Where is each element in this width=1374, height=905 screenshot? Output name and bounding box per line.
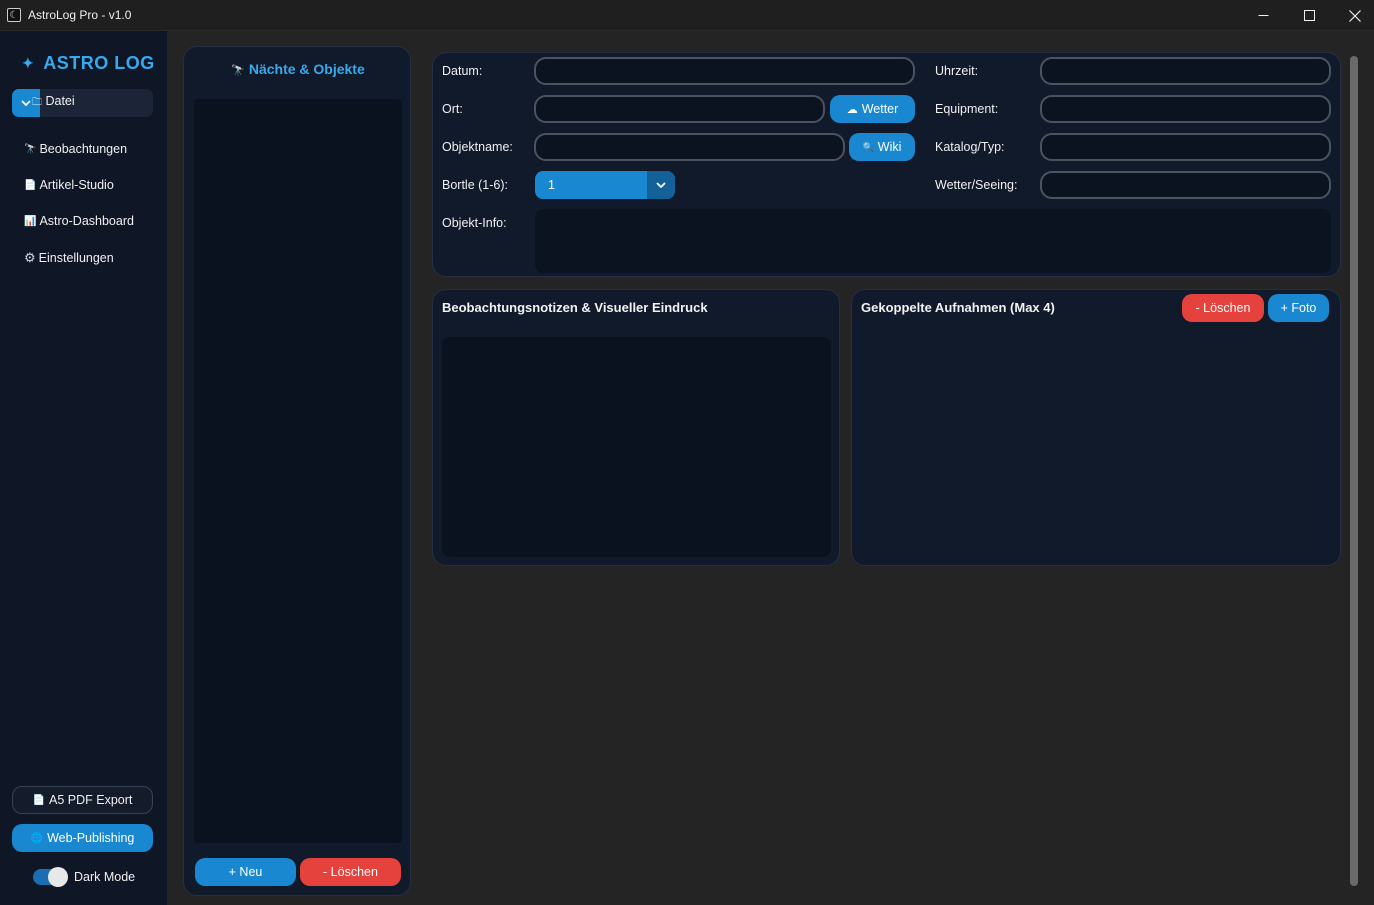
sidebar-item-einstellungen[interactable]: ⚙ Einstellungen <box>24 250 114 266</box>
window-title: AstroLog Pro - v1.0 <box>28 8 132 22</box>
ort-label: Ort: <box>442 102 463 116</box>
wiki-button-label: Wiki <box>877 140 902 154</box>
pdf-export-label: A5 PDF Export <box>49 793 133 807</box>
moon-icon: ☾ <box>7 8 21 22</box>
maximize-icon <box>1303 10 1315 21</box>
objects-panel-title: 🔭 Nächte & Objekte <box>184 61 412 77</box>
title-bar: ☾ AstroLog Pro - v1.0 <box>0 0 1374 31</box>
search-icon: 🔍 <box>862 141 874 152</box>
sidebar-item-artikel-studio[interactable]: 📄 Artikel-Studio <box>24 178 114 192</box>
sidebar-item-astro-dashboard[interactable]: 📊 Astro-Dashboard <box>24 214 134 228</box>
bortle-label: Bortle (1-6): <box>442 178 508 192</box>
star-icon: ✦ <box>22 55 35 71</box>
web-publishing-label: Web-Publishing <box>47 831 135 845</box>
sidebar: ✦ ASTRO LOG 🗀 Datei 🔭 Beobachtungen 📄 Ar… <box>0 31 167 905</box>
objektname-field[interactable] <box>534 133 845 161</box>
app-logo: ✦ ASTRO LOG <box>22 53 155 74</box>
globe-icon: 🌐 <box>30 832 44 844</box>
photos-panel: Gekoppelte Aufnahmen (Max 4) - Löschen +… <box>851 289 1341 566</box>
telescope-icon: 🔭 <box>231 65 245 77</box>
weather-button[interactable]: ☁ Wetter <box>830 95 915 123</box>
pdf-export-button[interactable]: 📄 A5 PDF Export <box>12 786 153 814</box>
datum-field[interactable] <box>534 57 915 85</box>
document-icon: 📄 <box>24 179 37 191</box>
uhrzeit-field[interactable] <box>1040 57 1331 85</box>
dark-mode-toggle[interactable] <box>33 867 68 887</box>
observation-form: Datum: Uhrzeit: Ort: ☁ Wetter Equipment:… <box>432 52 1341 277</box>
wiki-button[interactable]: 🔍 Wiki <box>849 133 915 161</box>
main-scrollbar[interactable] <box>1350 56 1358 886</box>
chart-icon: 📊 <box>24 215 37 227</box>
minimize-icon <box>1258 15 1268 16</box>
chevron-down-icon[interactable] <box>647 171 675 199</box>
objektinfo-label: Objekt-Info: <box>442 216 507 230</box>
close-button[interactable] <box>1332 0 1374 31</box>
sidebar-item-beobachtungen[interactable]: 🔭 Beobachtungen <box>24 142 127 156</box>
equipment-field[interactable] <box>1040 95 1331 123</box>
uhrzeit-label: Uhrzeit: <box>935 64 979 78</box>
weather-button-label: Wetter <box>861 102 899 116</box>
objects-panel: 🔭 Nächte & Objekte + Neu - Löschen <box>183 46 411 896</box>
equipment-label: Equipment: <box>935 102 999 116</box>
add-photo-button[interactable]: + Foto <box>1268 294 1329 322</box>
seeing-field[interactable] <box>1040 171 1331 199</box>
logo-text: ASTRO LOG <box>43 53 155 73</box>
delete-photo-button[interactable]: - Löschen <box>1182 294 1264 322</box>
notes-textarea[interactable] <box>442 337 831 557</box>
delete-entry-button[interactable]: - Löschen <box>300 858 401 886</box>
sidebar-item-label: Astro-Dashboard <box>39 214 134 228</box>
gear-icon: ⚙ <box>24 250 36 265</box>
objektname-label: Objektname: <box>442 140 513 154</box>
file-menu-label: 🗀 Datei <box>12 94 75 112</box>
sidebar-item-label: Beobachtungen <box>39 142 128 156</box>
bortle-select[interactable]: 1 <box>535 171 675 199</box>
cloud-icon: ☁ <box>846 103 858 116</box>
bortle-value: 1 <box>548 178 555 192</box>
minimize-button[interactable] <box>1240 0 1286 31</box>
file-menu-text: Datei <box>45 94 75 108</box>
web-publishing-button[interactable]: 🌐 Web-Publishing <box>12 824 153 852</box>
dark-mode-label: Dark Mode <box>74 870 136 884</box>
katalog-field[interactable] <box>1040 133 1331 161</box>
toggle-knob <box>48 867 68 887</box>
maximize-button[interactable] <box>1286 0 1332 31</box>
katalog-label: Katalog/Typ: <box>935 140 1005 154</box>
file-menu-combo[interactable]: 🗀 Datei <box>12 89 153 117</box>
document-icon: 📄 <box>32 794 46 806</box>
datum-label: Datum: <box>442 64 483 78</box>
seeing-label: Wetter/Seeing: <box>935 178 1018 192</box>
ort-field[interactable] <box>534 95 825 123</box>
telescope-icon: 🔭 <box>24 143 37 155</box>
new-entry-button[interactable]: + Neu <box>195 858 296 886</box>
sidebar-item-label: Artikel-Studio <box>39 178 114 192</box>
close-icon <box>1349 9 1361 22</box>
dark-mode-row: Dark Mode <box>33 867 136 887</box>
folder-icon: 🗀 <box>32 97 42 108</box>
photos-panel-title: Gekoppelte Aufnahmen (Max 4) <box>861 300 1055 315</box>
notes-panel: Beobachtungsnotizen & Visueller Eindruck <box>432 289 840 566</box>
sidebar-item-label: Einstellungen <box>38 251 114 265</box>
objektinfo-textarea[interactable] <box>535 209 1331 273</box>
notes-panel-title: Beobachtungsnotizen & Visueller Eindruck <box>442 300 708 315</box>
objects-panel-title-text: Nächte & Objekte <box>248 61 365 77</box>
objects-list[interactable] <box>194 99 402 843</box>
